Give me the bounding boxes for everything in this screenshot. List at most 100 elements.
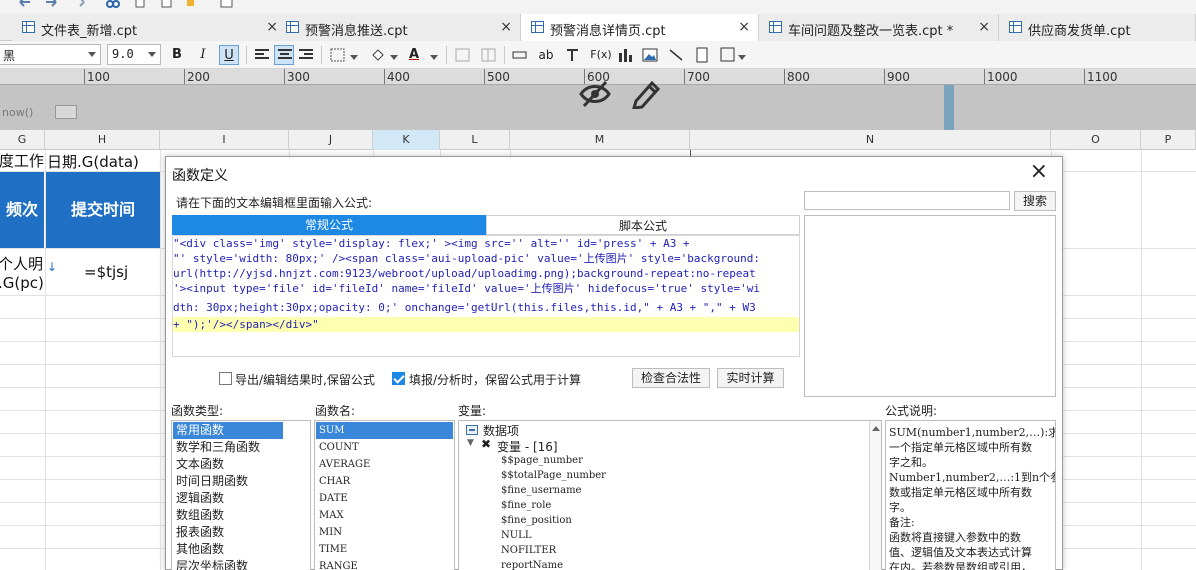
undo-icon[interactable] xyxy=(18,0,32,8)
column-header[interactable]: O xyxy=(1051,130,1141,150)
copy-icon[interactable] xyxy=(134,0,148,8)
border-icon[interactable] xyxy=(330,48,346,62)
list-item[interactable]: 文本函数 xyxy=(173,456,224,473)
function-type-list[interactable]: 常用函数 数学和三角函数 文本函数 时间日期函数 逻辑函数 数组函数 报表函数 … xyxy=(171,420,311,570)
tree-leaf[interactable]: $fine_username xyxy=(501,485,581,496)
formula-editor[interactable]: "<div class='img' style='display: flex;'… xyxy=(172,235,800,357)
list-item[interactable]: 数组函数 xyxy=(173,507,224,524)
close-icon[interactable]: × xyxy=(1030,159,1048,184)
list-item[interactable]: 层次坐标函数 xyxy=(173,558,248,570)
cell-g3-line2[interactable]: .G(pc) xyxy=(0,274,44,292)
list-item[interactable]: SUM xyxy=(316,422,453,439)
tab-workshop-issues[interactable]: 车间问题及整改一览表.cpt * × xyxy=(759,14,999,41)
tree-node-variables[interactable]: 变量 - [16] xyxy=(497,438,558,455)
format-painter-icon[interactable] xyxy=(184,0,198,8)
column-header[interactable]: L xyxy=(440,130,510,150)
chevron-down-icon[interactable] xyxy=(350,55,358,60)
tree-leaf[interactable]: $fine_role xyxy=(501,500,551,511)
tab-supplier-shipping[interactable]: 供应商发货单.cpt xyxy=(999,14,1196,41)
font-name-select[interactable]: 黑 xyxy=(0,44,101,65)
close-icon[interactable]: × xyxy=(738,19,750,35)
cell-g3-line1[interactable]: 个人明 xyxy=(0,253,43,274)
rich-text-icon[interactable] xyxy=(566,48,582,62)
list-item[interactable]: MAX xyxy=(316,507,344,524)
chevron-down-icon[interactable] xyxy=(738,55,746,60)
list-item[interactable]: 逻辑函数 xyxy=(173,490,224,507)
function-name-list[interactable]: SUM COUNT AVERAGE CHAR DATE MAX MIN TIME… xyxy=(314,420,455,570)
text-widget-button[interactable]: ab xyxy=(536,45,556,65)
tab-alert-push[interactable]: 预警消息推送.cpt × xyxy=(276,14,521,41)
column-header[interactable]: M xyxy=(510,130,690,150)
widget-placeholder[interactable] xyxy=(55,105,77,119)
column-header[interactable]: I xyxy=(160,130,289,150)
formula-button[interactable]: F(x) xyxy=(590,45,612,65)
list-item[interactable]: AVERAGE xyxy=(316,456,370,473)
list-item[interactable]: 常用函数 xyxy=(173,422,283,439)
tab-script-formula[interactable]: 脚本公式 xyxy=(486,215,800,235)
export-keep-formula-checkbox[interactable] xyxy=(219,372,232,385)
pencil-icon[interactable] xyxy=(630,77,664,109)
chevron-down-icon[interactable] xyxy=(390,55,398,60)
cut-icon[interactable] xyxy=(106,0,120,8)
text-color-button[interactable]: A xyxy=(404,45,424,65)
chevron-down-icon[interactable] xyxy=(430,55,438,60)
pane-resize-handle[interactable] xyxy=(944,85,954,130)
tree-leaf[interactable]: $fine_position xyxy=(501,515,572,526)
fill-color-icon[interactable] xyxy=(370,47,386,63)
list-item[interactable]: COUNT xyxy=(316,439,359,456)
tree-leaf[interactable]: $$totalPage_number xyxy=(501,470,606,481)
redo-icon[interactable] xyxy=(44,0,58,8)
list-item[interactable]: 其他函数 xyxy=(173,541,224,558)
align-center-button[interactable] xyxy=(274,45,294,65)
redo2-icon[interactable] xyxy=(72,0,86,8)
variable-tree[interactable]: 数据项 ▼ ✖ 变量 - [16] $$page_number $$totalP… xyxy=(458,420,882,570)
column-header[interactable]: P xyxy=(1141,130,1196,150)
cell-g1[interactable]: 度工作 xyxy=(0,150,44,171)
list-item[interactable]: TIME xyxy=(316,541,347,558)
close-icon[interactable]: × xyxy=(500,19,512,35)
tree-leaf[interactable]: $$page_number xyxy=(501,455,583,466)
cell-h1[interactable]: 日期.G(data) xyxy=(47,151,139,172)
image-icon[interactable] xyxy=(642,47,658,63)
list-item[interactable]: 时间日期函数 xyxy=(173,473,248,490)
validate-button[interactable]: 检查合法性 xyxy=(632,368,710,388)
realtime-calc-button[interactable]: 实时计算 xyxy=(717,368,784,388)
tab-alert-detail[interactable]: 预警消息详情页.cpt × xyxy=(521,14,759,41)
fill-keep-formula-checkbox[interactable] xyxy=(392,372,405,385)
align-right-icon[interactable] xyxy=(299,49,313,61)
column-header[interactable]: K xyxy=(373,130,440,150)
scrollbar[interactable] xyxy=(869,421,881,570)
tree-leaf[interactable]: NULL xyxy=(501,530,531,541)
bold-button[interactable]: B xyxy=(167,45,187,65)
split-cells-icon[interactable] xyxy=(481,48,497,62)
chevron-down-icon[interactable]: ▼ xyxy=(467,438,474,448)
column-header[interactable]: N xyxy=(690,130,1051,150)
eye-slash-icon[interactable] xyxy=(578,79,612,109)
list-item[interactable]: 数学和三角函数 xyxy=(173,439,260,456)
column-header[interactable]: G xyxy=(0,130,45,150)
align-left-icon[interactable] xyxy=(255,49,269,61)
search-results-panel[interactable] xyxy=(804,215,1056,397)
cell-h-header[interactable]: 提交时间 xyxy=(46,172,160,248)
text-field-icon[interactable] xyxy=(512,50,528,60)
close-icon[interactable]: × xyxy=(978,19,990,35)
cell-h3[interactable]: =$tjsj xyxy=(84,263,128,281)
list-item[interactable]: MIN xyxy=(316,524,342,541)
list-item[interactable]: CHAR xyxy=(316,473,350,490)
merge-cells-icon[interactable] xyxy=(455,48,471,62)
chart-icon[interactable] xyxy=(617,47,633,63)
cell-g-header[interactable]: 频次 xyxy=(0,172,44,248)
subreport-icon[interactable] xyxy=(694,47,710,63)
column-header[interactable]: J xyxy=(289,130,373,150)
slash-icon[interactable] xyxy=(668,47,684,63)
underline-button[interactable]: U xyxy=(219,45,239,65)
insert-element-icon[interactable] xyxy=(720,47,736,63)
preview-icon[interactable] xyxy=(220,0,234,8)
function-search-input[interactable] xyxy=(804,191,1010,210)
tree-leaf[interactable]: reportName xyxy=(501,560,563,570)
font-size-select[interactable]: 9.0 xyxy=(107,44,161,65)
tab-file-new[interactable]: 文件表_新增.cpt × xyxy=(12,14,287,41)
tab-normal-formula[interactable]: 常规公式 xyxy=(172,215,486,235)
list-item[interactable]: RANGE xyxy=(316,558,358,570)
tree-leaf[interactable]: NOFILTER xyxy=(501,545,556,556)
